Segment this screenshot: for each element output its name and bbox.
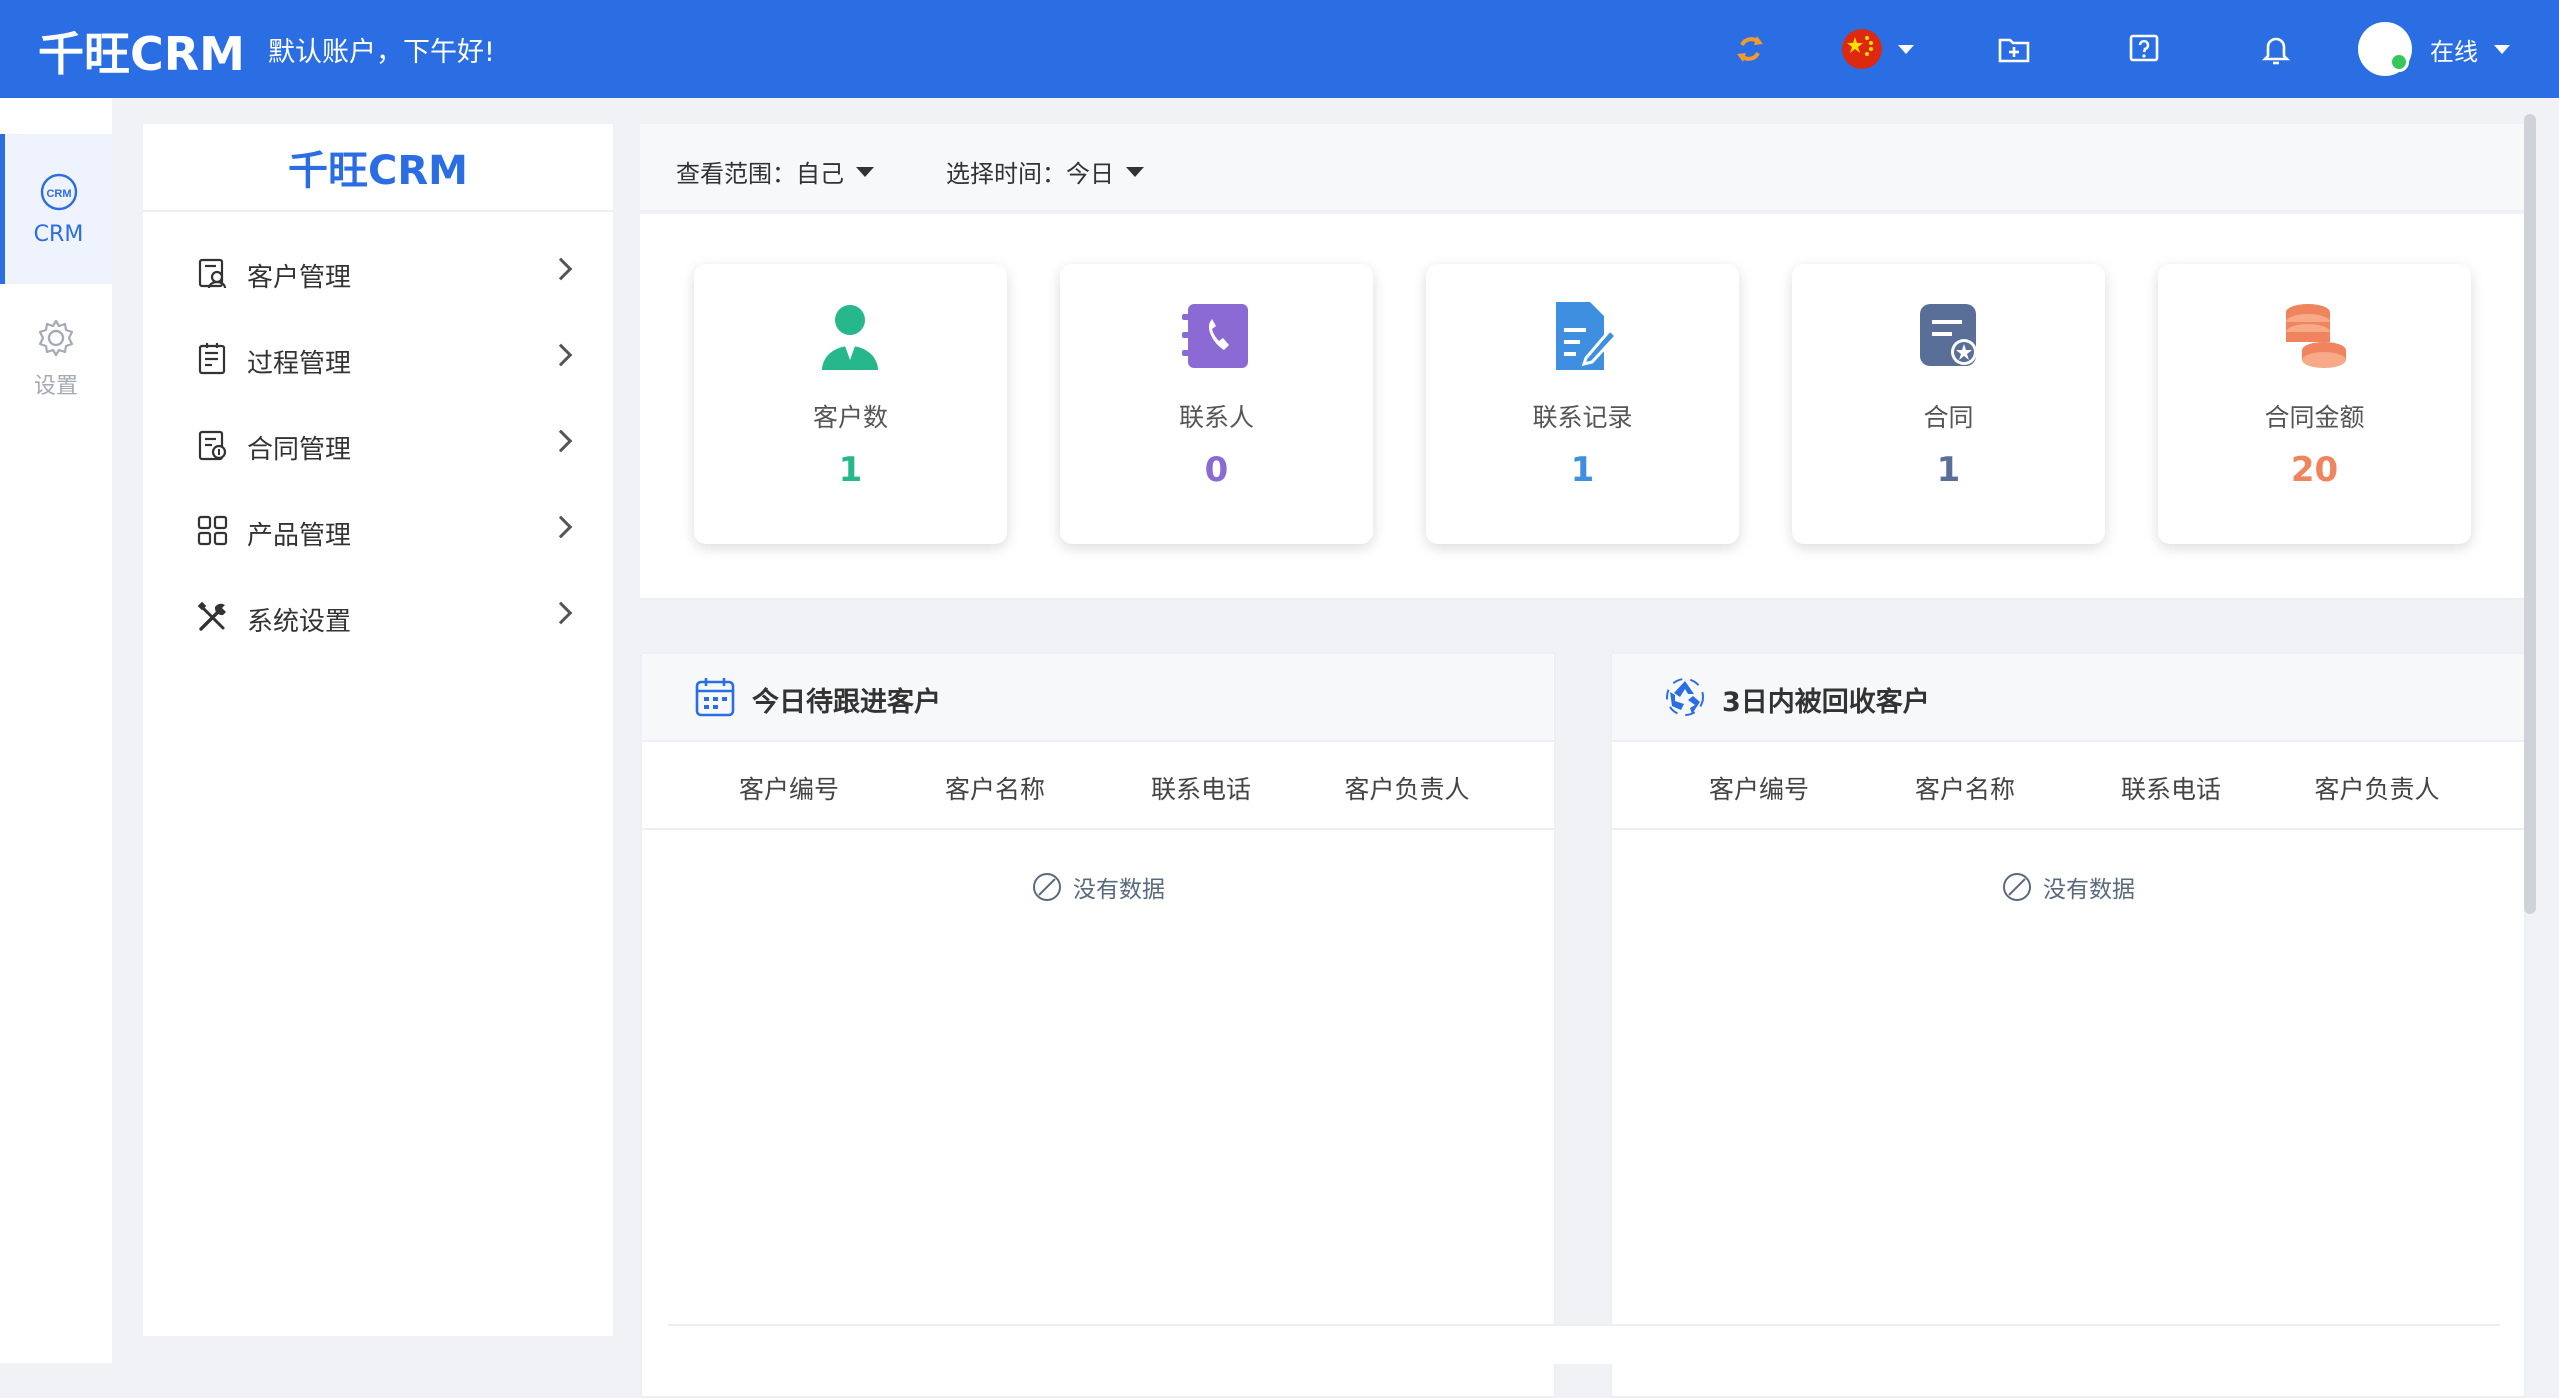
- help-icon[interactable]: [2122, 27, 2166, 71]
- stats-box: 客户数 1 联系人 0 联系记录 1 合同 1 合同金额 20: [640, 214, 2528, 600]
- recycle-icon: [1666, 678, 1704, 716]
- rail-item-label: 设置: [33, 374, 78, 399]
- chevron-down-icon[interactable]: [1898, 45, 1914, 54]
- column-header: 联系电话: [1150, 775, 1251, 804]
- time-value[interactable]: 今日: [1066, 154, 1114, 189]
- stat-value: 1: [1570, 450, 1595, 490]
- table-header: 客户编号 客户名称 联系电话 客户负责人: [642, 742, 1554, 830]
- column-header: 客户名称: [944, 775, 1045, 804]
- column-header: 客户负责人: [1344, 775, 1470, 804]
- stat-label: 联系记录: [1532, 403, 1633, 432]
- caret-down-icon[interactable]: [856, 166, 874, 177]
- table-header: 客户编号 客户名称 联系电话 客户负责人: [1612, 742, 2524, 830]
- panel-title: 3日内被回收客户: [1722, 687, 1930, 718]
- stat-label: 合同金额: [2264, 403, 2365, 432]
- stat-label: 合同: [1923, 403, 1974, 432]
- stat-value: 0: [1204, 450, 1229, 490]
- menu-item-label: 系统设置: [247, 607, 352, 637]
- refresh-icon[interactable]: [1728, 27, 1772, 71]
- rail-item-crm[interactable]: CRM CRM: [0, 134, 112, 284]
- time-filter[interactable]: 选择时间： 今日: [946, 154, 1144, 189]
- stat-card-contract-amount[interactable]: 合同金额 20: [2158, 264, 2471, 544]
- customer-manage-icon: [198, 258, 227, 289]
- next-section-edge: [668, 1324, 2500, 1364]
- filter-bar: 查看范围： 自己 选择时间： 今日: [640, 124, 2528, 212]
- process-manage-icon: [198, 343, 226, 375]
- language-flag-icon[interactable]: [1840, 27, 1884, 71]
- contract-icon: [1920, 304, 1977, 366]
- menu-item-system-settings[interactable]: 系统设置: [143, 574, 613, 660]
- crm-icon: CRM: [40, 173, 77, 210]
- caret-down-icon[interactable]: [1126, 166, 1144, 177]
- empty-text: 没有数据: [1073, 877, 1165, 903]
- time-label: 选择时间：: [946, 160, 1066, 188]
- menu-item-label: 客户管理: [247, 263, 352, 293]
- app-brand[interactable]: 千旺CRM: [38, 18, 245, 84]
- stat-card-contact-records[interactable]: 联系记录 1: [1426, 264, 1739, 544]
- chevron-right-icon: [549, 601, 573, 625]
- chevron-right-icon: [549, 257, 573, 281]
- svg-text:CRM: CRM: [46, 188, 71, 200]
- column-header: 客户编号: [738, 775, 839, 804]
- rail-item-settings[interactable]: 设置: [0, 284, 112, 434]
- menu-item-process-management[interactable]: 过程管理: [143, 316, 613, 402]
- scope-filter[interactable]: 查看范围： 自己: [676, 154, 874, 189]
- scope-label: 查看范围：: [676, 160, 796, 188]
- rail-item-label: CRM: [33, 221, 84, 247]
- online-status-text[interactable]: 在线: [2430, 32, 2478, 67]
- column-header: 客户编号: [1708, 775, 1809, 804]
- stat-card-contacts[interactable]: 联系人 0: [1060, 264, 1373, 544]
- panel-header: 3日内被回收客户: [1612, 654, 2524, 742]
- menu-item-contract-management[interactable]: 合同管理: [143, 402, 613, 488]
- calendar-icon: [695, 678, 735, 717]
- menu-item-customer-management[interactable]: 客户管理: [143, 230, 613, 316]
- column-header: 联系电话: [2120, 775, 2221, 804]
- menu-brand: 千旺CRM: [143, 124, 613, 212]
- empty-state: 没有数据: [1612, 870, 2524, 904]
- stat-value: 1: [1936, 450, 1961, 490]
- page-scrollbar[interactable]: [2524, 114, 2536, 914]
- user-menu-chevron-icon[interactable]: [2494, 45, 2510, 54]
- stat-card-contracts[interactable]: 合同 1: [1792, 264, 2105, 544]
- stat-card-customers[interactable]: 客户数 1: [694, 264, 1007, 544]
- panel-title: 今日待跟进客户: [752, 687, 941, 718]
- followup-customers-panel: 今日待跟进客户 客户编号 客户名称 联系电话 客户负责人 没有数据: [640, 652, 1556, 1398]
- no-data-icon: [1033, 873, 1061, 901]
- greeting-text: 默认账户，下午好!: [268, 37, 495, 68]
- bell-icon[interactable]: [2254, 27, 2298, 71]
- side-menu: 千旺CRM 客户管理 过程管理 合同管理 产品管理 系统设置: [143, 124, 613, 1336]
- tools-icon: [197, 601, 226, 631]
- record-edit-icon: [1556, 302, 1618, 370]
- empty-state: 没有数据: [642, 870, 1554, 904]
- contact-book-icon: [1182, 304, 1248, 368]
- chevron-right-icon: [549, 343, 573, 367]
- gear-icon: [38, 319, 74, 357]
- column-header: 客户负责人: [2314, 775, 2440, 804]
- menu-item-label: 过程管理: [247, 349, 352, 379]
- panel-header: 今日待跟进客户: [642, 654, 1554, 742]
- recycled-customers-panel: 3日内被回收客户 客户编号 客户名称 联系电话 客户负责人 没有数据: [1610, 652, 2526, 1398]
- stat-label: 联系人: [1178, 403, 1254, 432]
- left-rail: CRM CRM 设置: [0, 98, 112, 1363]
- chevron-right-icon: [549, 429, 573, 453]
- online-status-dot: [2389, 52, 2409, 72]
- add-folder-icon[interactable]: [1992, 27, 2036, 71]
- no-data-icon: [2003, 873, 2031, 901]
- coins-icon: [2286, 304, 2346, 368]
- menu-item-label: 产品管理: [247, 521, 352, 551]
- column-header: 客户名称: [1914, 775, 2015, 804]
- stat-value: 1: [838, 450, 863, 490]
- contract-manage-icon: [198, 430, 227, 461]
- stat-label: 客户数: [812, 403, 888, 432]
- customer-icon: [822, 305, 878, 370]
- stat-value: 20: [2290, 450, 2339, 490]
- menu-item-product-management[interactable]: 产品管理: [143, 488, 613, 574]
- product-manage-icon: [197, 515, 228, 546]
- scope-value[interactable]: 自己: [796, 154, 844, 189]
- chevron-right-icon: [549, 515, 573, 539]
- menu-item-label: 合同管理: [247, 435, 352, 465]
- empty-text: 没有数据: [2043, 877, 2135, 903]
- top-bar: 千旺CRM 默认账户，下午好! 在线: [0, 0, 2559, 98]
- main-content: 查看范围： 自己 选择时间： 今日 客户数 1 联系人 0 联系记录 1 合同 …: [640, 124, 2528, 1398]
